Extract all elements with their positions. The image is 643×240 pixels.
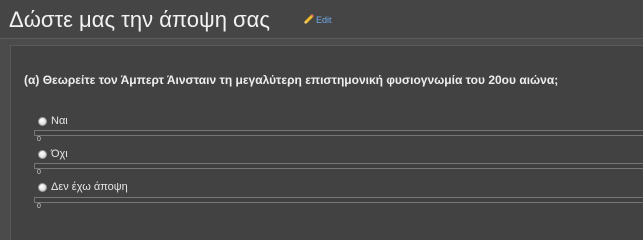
edit-link[interactable]: Edit bbox=[302, 14, 332, 26]
option-label: Όχι bbox=[51, 148, 68, 160]
page-header: Δώστε μας την άποψη σας Edit bbox=[0, 0, 643, 38]
radio-icon[interactable] bbox=[38, 182, 47, 192]
result-bar bbox=[34, 130, 643, 136]
page-title: Δώστε μας την άποψη σας bbox=[9, 7, 270, 32]
pencil-icon bbox=[303, 14, 314, 25]
result-bar bbox=[34, 163, 643, 169]
poll-question: (α) Θεωρείτε τον Άμπερτ Άινσταιν τη μεγα… bbox=[24, 73, 559, 87]
radio-icon[interactable] bbox=[38, 116, 47, 126]
poll-option-no-opinion[interactable]: Δεν έχω άποψη bbox=[38, 180, 128, 194]
radio-icon[interactable] bbox=[38, 149, 47, 159]
vote-count: 0 bbox=[37, 203, 41, 210]
vote-count: 0 bbox=[37, 136, 41, 143]
poll-option-yes[interactable]: Ναι bbox=[38, 114, 68, 128]
edit-label[interactable]: Edit bbox=[316, 14, 332, 26]
option-label: Δεν έχω άποψη bbox=[51, 181, 128, 193]
header-divider bbox=[0, 38, 643, 39]
poll-option-no[interactable]: Όχι bbox=[38, 147, 68, 161]
result-bar bbox=[34, 197, 643, 203]
option-label: Ναι bbox=[51, 115, 68, 127]
vote-count: 0 bbox=[37, 169, 41, 176]
